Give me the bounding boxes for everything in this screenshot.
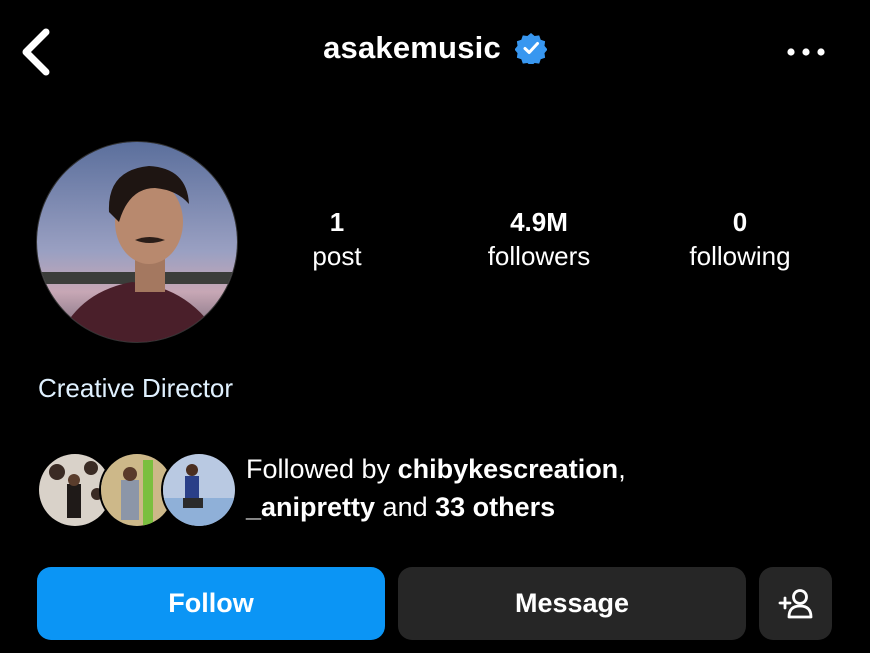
posts-count: 1 <box>329 207 345 237</box>
following-stat[interactable]: 0 following <box>640 205 840 273</box>
profile-bio: Creative Director <box>38 373 234 403</box>
mutual-user-1[interactable]: chibykescreation <box>398 454 619 484</box>
add-person-icon <box>778 588 812 618</box>
profile-header: asakemusic <box>0 0 870 100</box>
mutual-avatar <box>161 452 237 528</box>
mutual-user-2[interactable]: _anipretty <box>246 492 375 522</box>
posts-label: post <box>312 241 362 271</box>
profile-avatar[interactable] <box>36 141 238 343</box>
mutual-others-count[interactable]: 33 others <box>435 492 555 522</box>
message-button[interactable]: Message <box>398 567 746 640</box>
more-horizontal-icon[interactable] <box>782 40 830 64</box>
following-count: 0 <box>732 207 748 237</box>
followers-label: followers <box>487 241 591 271</box>
title-area: asakemusic <box>0 30 870 66</box>
follow-button[interactable]: Follow <box>37 567 385 640</box>
followed-by-text[interactable]: Followed by chibykescreation, _anipretty… <box>246 450 626 526</box>
followed-by-prefix: Followed by <box>246 454 398 484</box>
posts-stat[interactable]: 1 post <box>237 205 437 273</box>
mutual-followers-avatars[interactable] <box>37 452 237 528</box>
followers-count: 4.9M <box>510 207 568 237</box>
add-person-button[interactable] <box>759 567 832 640</box>
followed-by-and: and <box>375 492 436 522</box>
following-label: following <box>689 241 791 271</box>
followed-by-separator: , <box>618 454 626 484</box>
username-title: asakemusic <box>323 30 501 65</box>
verified-badge-icon <box>514 33 547 64</box>
followers-stat[interactable]: 4.9M followers <box>439 205 639 273</box>
